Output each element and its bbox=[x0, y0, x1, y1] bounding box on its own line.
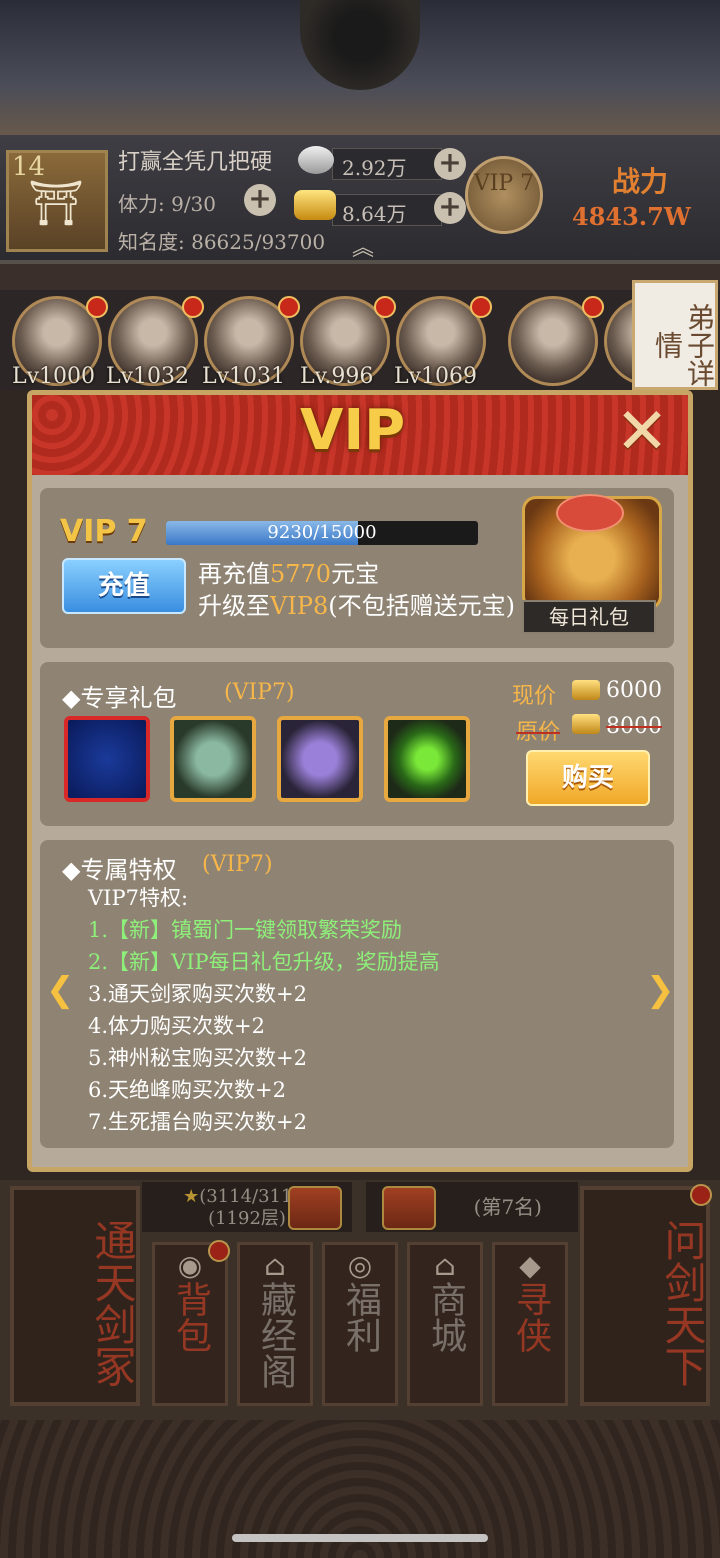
daily-gift-button[interactable]: 每日礼包 bbox=[522, 600, 656, 634]
privilege-item: 4.体力购买次数+2 bbox=[88, 1014, 265, 1038]
recharge-hint-line2: 升级至VIP8(不包括赠送元宝) bbox=[198, 586, 515, 621]
gift-bow bbox=[556, 494, 624, 532]
hint-text: 元宝 bbox=[331, 560, 380, 588]
privileges-title: ◆专属特权 bbox=[62, 856, 177, 884]
privileges-vip: (VIP7) bbox=[202, 852, 273, 877]
recharge-button[interactable]: 充值 bbox=[62, 558, 186, 614]
chevron-right-icon[interactable]: ❯ bbox=[646, 970, 675, 1010]
notification-dot bbox=[374, 296, 396, 318]
hint-text: 再充值 bbox=[198, 560, 270, 588]
flower-icon[interactable] bbox=[277, 716, 363, 802]
current-vip-level: VIP 7 bbox=[60, 514, 148, 549]
price-old-label: 原价 bbox=[516, 720, 561, 745]
recharge-hint-line1: 再充值5770元宝 bbox=[198, 554, 379, 589]
hero-level: Lv1031 bbox=[202, 364, 286, 389]
price-now-label: 现价 bbox=[512, 684, 557, 709]
hero-level: Lv1069 bbox=[394, 364, 478, 389]
chevron-up-icon[interactable]: ︽ bbox=[352, 230, 374, 262]
privileges-header: VIP7特权: bbox=[88, 886, 189, 910]
price-now: 6000 bbox=[606, 678, 662, 703]
privilege-item: 1.【新】镇蜀门一键领取繁荣奖励 bbox=[88, 918, 403, 942]
exclusive-gift-vip: (VIP7) bbox=[224, 680, 295, 705]
fame-text: 知名度: 86625/93700 bbox=[118, 230, 326, 254]
privilege-item: 5.神州秘宝购买次数+2 bbox=[88, 1046, 307, 1070]
buy-button[interactable]: 购买 bbox=[526, 750, 650, 806]
notification-dot bbox=[278, 296, 300, 318]
target-vip: VIP8 bbox=[270, 592, 329, 620]
modal-title: VIP bbox=[300, 398, 406, 463]
notification-dot bbox=[582, 296, 604, 318]
orb-icon[interactable] bbox=[384, 716, 470, 802]
hero-level: Lv1032 bbox=[106, 364, 190, 389]
power-value: 4843.7W bbox=[572, 202, 691, 231]
exclusive-gift-title: ◆专享礼包 bbox=[62, 684, 177, 712]
privilege-item: 2.【新】VIP每日礼包升级，奖励提高 bbox=[88, 950, 440, 974]
price-old: 8000 bbox=[606, 714, 662, 739]
silver-icon bbox=[298, 146, 334, 174]
privilege-item: 7.生死擂台购买次数+2 bbox=[88, 1110, 307, 1134]
gold-ingot-icon bbox=[572, 714, 600, 734]
power-label: 战力 bbox=[612, 165, 669, 198]
player-name: 打赢全凭几把硬 bbox=[118, 150, 273, 175]
potion-icon[interactable] bbox=[170, 716, 256, 802]
scroll-icon[interactable] bbox=[64, 716, 150, 802]
gold-ingot-icon bbox=[572, 680, 600, 700]
recharge-amount: 5770 bbox=[270, 560, 332, 588]
notification-dot bbox=[470, 296, 492, 318]
silver-value: 2.92万 bbox=[342, 156, 407, 180]
add-silver-button[interactable]: + bbox=[434, 148, 466, 180]
vip-progress-text: 9230/15000 bbox=[267, 522, 377, 543]
hero-level: Lv.996 bbox=[300, 364, 374, 389]
hint-text: 升级至 bbox=[198, 592, 270, 620]
gold-ingot-icon bbox=[294, 190, 336, 220]
notification-dot bbox=[86, 296, 108, 318]
hint-text: (不包括赠送元宝) bbox=[328, 592, 515, 620]
vip-badge[interactable]: VIP 7 bbox=[465, 156, 543, 234]
privilege-item: 6.天绝峰购买次数+2 bbox=[88, 1078, 286, 1102]
add-gold-button[interactable]: + bbox=[434, 192, 466, 224]
add-stamina-button[interactable]: + bbox=[244, 184, 276, 216]
gold-value: 8.64万 bbox=[342, 202, 407, 226]
hero-level: Lv1000 bbox=[12, 364, 96, 389]
pagoda-icon: ⛩ bbox=[28, 178, 84, 229]
privileges-list: VIP7特权: 1.【新】镇蜀门一键领取繁荣奖励 2.【新】VIP每日礼包升级，… bbox=[88, 882, 628, 1138]
chevron-left-icon[interactable]: ❮ bbox=[46, 970, 75, 1010]
disciple-details-button[interactable]: 弟子详情 bbox=[632, 280, 718, 390]
notification-dot bbox=[182, 296, 204, 318]
close-icon[interactable]: ✕ bbox=[604, 398, 680, 466]
privilege-item: 3.通天剑冢购买次数+2 bbox=[88, 982, 307, 1006]
stamina-text: 体力: 9/30 bbox=[118, 192, 217, 216]
